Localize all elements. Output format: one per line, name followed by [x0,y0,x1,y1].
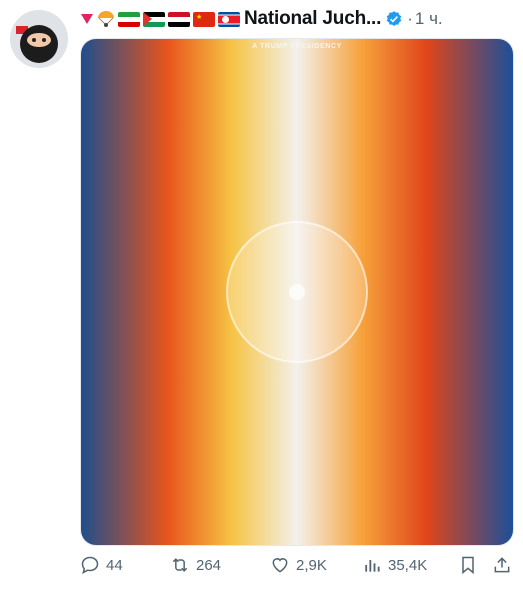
like-count: 2,9K [296,556,327,574]
parachute-icon [98,11,114,27]
like-button[interactable]: 2,9K [270,555,362,575]
bookmark-icon [462,556,474,575]
flag-china-icon: ★ [193,11,215,27]
flag-iran-icon [118,11,140,27]
tweet-actions: 44 264 2,9K 35,4K [80,553,512,577]
tweet-media[interactable]: A TRUMP PRESIDENCY [80,38,514,546]
reply-icon [81,556,99,574]
flag-palestine-icon [143,11,165,27]
views-icon [365,560,380,572]
share-icon [494,557,510,573]
poster-tagline: A TRUMP PRESIDENCY [252,43,342,50]
verified-badge-icon [387,11,402,26]
share-button[interactable] [492,555,512,575]
time-separator: · [407,9,413,28]
display-name[interactable]: National Juch... [244,8,381,30]
bookmark-button[interactable] [458,555,492,575]
tweet-header: ★ National Juch... · 1 ч. [80,4,515,34]
heart-icon [272,558,288,573]
repost-button[interactable]: 264 [170,555,270,575]
reply-count: 44 [106,556,123,574]
view-count: 35,4K [388,556,428,574]
repost-count: 264 [196,556,222,574]
repost-icon [172,558,188,572]
tweet-time[interactable]: 1 ч. [415,9,443,29]
views-button[interactable]: 35,4K [362,555,458,575]
name-prefix-icons: ★ [80,10,240,28]
reply-button[interactable]: 44 [80,555,170,575]
flag-north-korea-icon [218,11,240,27]
triangle-down-icon [81,14,93,24]
avatar[interactable] [10,10,68,68]
flag-yemen-icon [168,11,190,27]
